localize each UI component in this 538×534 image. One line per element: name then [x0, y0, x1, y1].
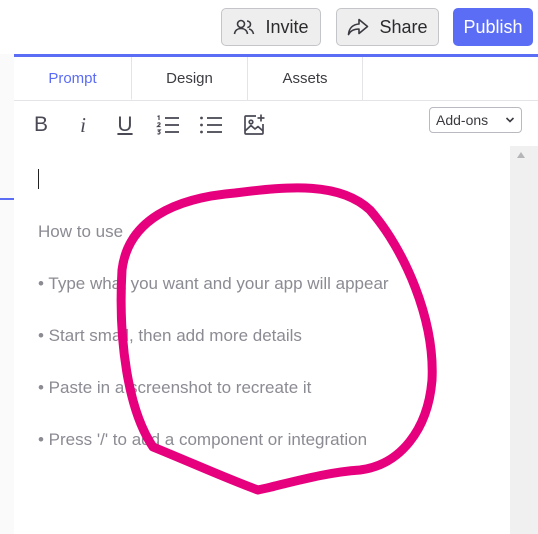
tab-prompt[interactable]: Prompt — [14, 57, 132, 100]
italic-icon[interactable]: i — [70, 112, 96, 138]
panel-tabs: Prompt Design Assets — [14, 57, 538, 101]
left-sidebar-edge — [0, 54, 15, 534]
hint-title: How to use — [38, 222, 124, 241]
app-page: Invite Share Publish Prompt Design Asset… — [0, 0, 538, 534]
invite-button[interactable]: Invite — [221, 8, 321, 46]
hint-bullet: • Press '/' to add a component or integr… — [38, 430, 368, 449]
share-button[interactable]: Share — [336, 8, 439, 46]
hint-bullet: • Type what you want and your app will a… — [38, 274, 389, 293]
prompt-editor[interactable]: How to use • Type what you want and your… — [14, 146, 510, 534]
addons-label: Add-ons — [436, 112, 489, 128]
scroll-up-arrow-icon[interactable] — [517, 152, 525, 158]
top-action-bar: Invite Share Publish — [0, 0, 538, 54]
hint-bullet: • Paste in a screenshot to recreate it — [38, 378, 312, 397]
underline-icon[interactable]: U — [112, 112, 138, 138]
share-arrow-icon — [347, 18, 369, 36]
prompt-panel: Prompt Design Assets B i U Add-ons How t… — [14, 54, 538, 534]
tab-assets[interactable]: Assets — [248, 57, 363, 100]
bold-icon[interactable]: B — [28, 112, 54, 138]
tab-design[interactable]: Design — [132, 57, 248, 100]
invite-label: Invite — [265, 16, 309, 37]
publish-button[interactable]: Publish — [453, 8, 533, 46]
addons-dropdown[interactable]: Add-ons — [429, 107, 522, 133]
users-icon — [233, 18, 255, 36]
editor-scrollbar[interactable] — [510, 146, 538, 534]
formatting-toolbar: B i U Add-ons — [14, 101, 538, 146]
chevron-down-icon — [505, 115, 515, 125]
add-image-icon[interactable] — [241, 112, 267, 138]
hint-bullet: • Start small, then add more details — [38, 326, 302, 345]
publish-label: Publish — [463, 16, 523, 37]
ordered-list-icon[interactable] — [155, 112, 181, 138]
bullet-list-icon[interactable] — [198, 112, 224, 138]
text-caret — [38, 169, 39, 189]
share-label: Share — [379, 16, 428, 37]
sidebar-active-indicator — [0, 198, 14, 200]
